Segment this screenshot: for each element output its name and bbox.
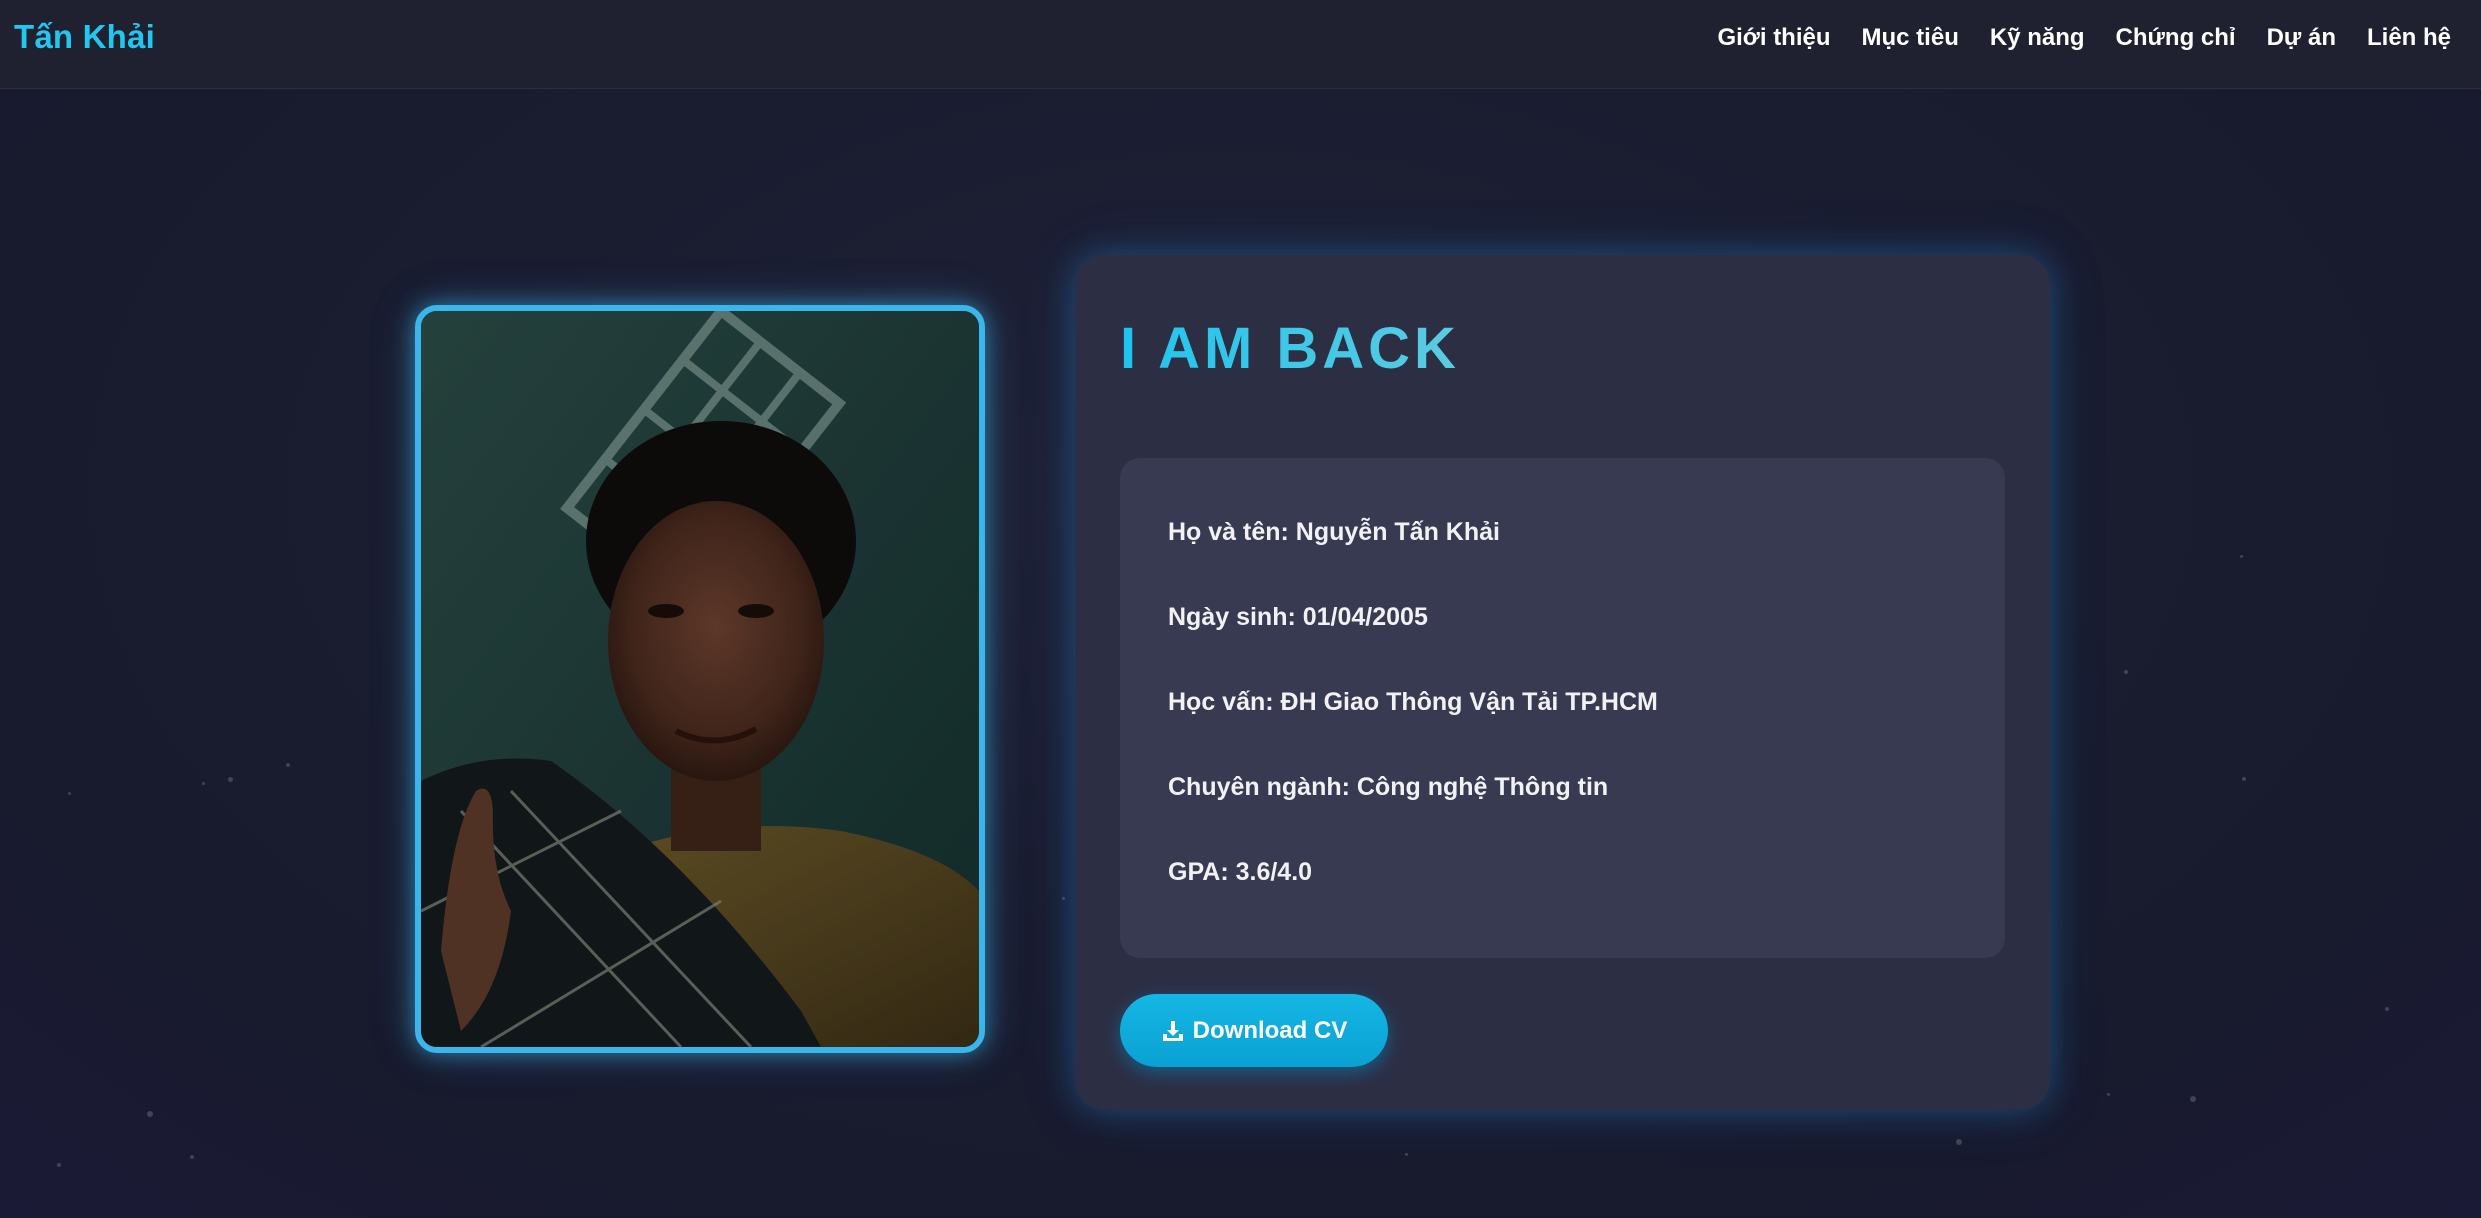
detail-full-name: Họ và tên: Nguyễn Tấn Khải [1168,518,1500,546]
star-icon [2107,1093,2110,1096]
star-icon [1405,1153,1408,1156]
star-icon [228,777,233,782]
nav-link-du-an[interactable]: Dự án [2267,24,2336,52]
detail-education: Học vấn: ĐH Giao Thông Vận Tải TP.HCM [1168,688,1658,716]
brand-logo[interactable]: Tấn Khải [14,18,155,56]
personal-details: Họ và tên: Nguyễn Tấn Khải Ngày sinh: 01… [1120,458,2005,958]
download-cv-button[interactable]: Download CV [1120,994,1388,1067]
nav-link-chung-chi[interactable]: Chứng chỉ [2116,24,2236,52]
star-icon [147,1111,153,1117]
page-title: I AM BACK [1120,316,1460,381]
star-icon [2385,1007,2389,1011]
star-icon [68,792,71,795]
star-icon [2240,555,2243,558]
nav-link-lien-he[interactable]: Liên hệ [2367,24,2451,52]
top-navbar: Tấn Khải Giới thiệu Mục tiêu Kỹ năng Chứ… [0,0,2481,89]
star-icon [190,1155,194,1159]
nav-link-gioi-thieu[interactable]: Giới thiệu [1717,24,1830,52]
star-icon [2242,777,2246,781]
star-icon [1062,897,1065,900]
detail-birth-date: Ngày sinh: 01/04/2005 [1168,603,1428,631]
nav-links: Giới thiệu Mục tiêu Kỹ năng Chứng chỉ Dự… [1686,24,2451,52]
star-icon [57,1163,61,1167]
download-icon [1162,1020,1183,1041]
intro-card: I AM BACK Họ và tên: Nguyễn Tấn Khải Ngà… [1075,255,2050,1110]
profile-photo [415,305,985,1053]
star-icon [2124,670,2128,674]
detail-gpa: GPA: 3.6/4.0 [1168,858,1313,886]
star-icon [286,763,290,767]
profile-photo-image [421,311,979,1047]
star-icon [1956,1139,1962,1145]
nav-link-ky-nang[interactable]: Kỹ năng [1990,24,2085,52]
detail-major: Chuyên ngành: Công nghệ Thông tin [1168,773,1609,801]
star-icon [202,782,205,785]
download-cv-label: Download CV [1192,1016,1348,1044]
nav-link-muc-tieu[interactable]: Mục tiêu [1862,24,1959,52]
star-icon [2190,1096,2196,1102]
